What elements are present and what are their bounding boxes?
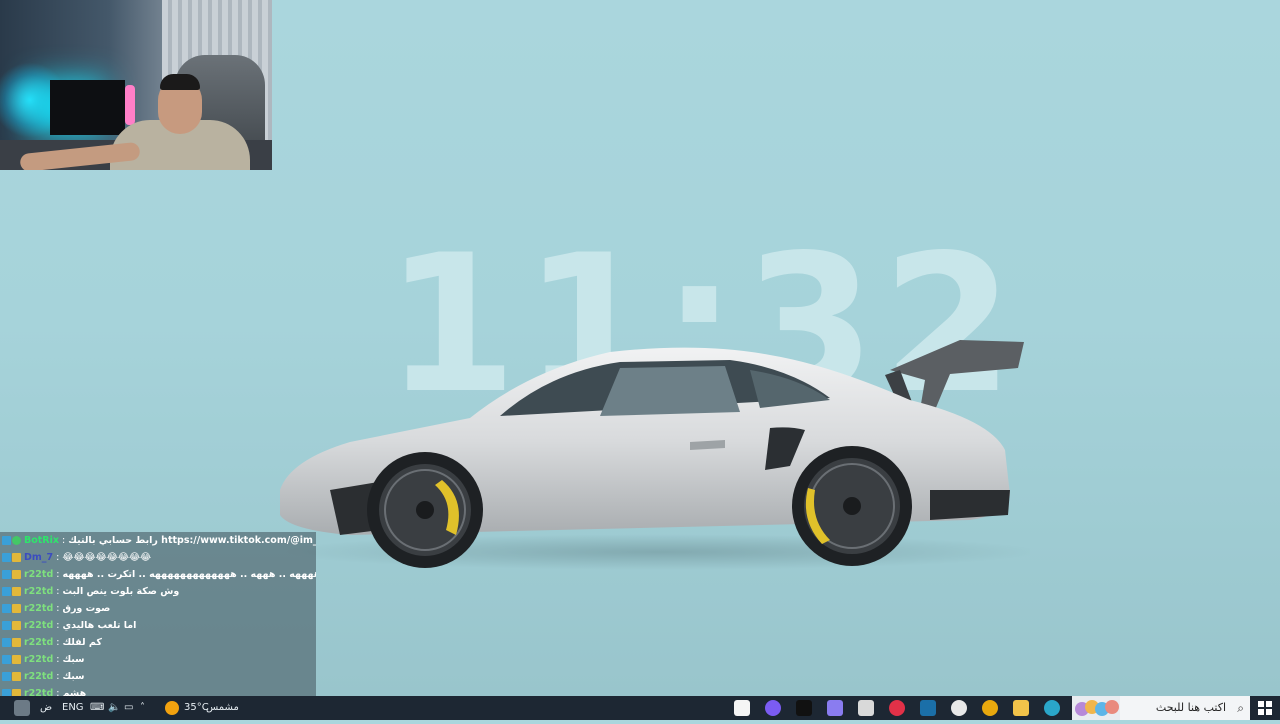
chat-separator: : [56, 552, 60, 563]
chat-message: r22td: وش صكة بلوت ينص البث [0, 583, 316, 600]
game-controller-icon[interactable] [827, 700, 843, 716]
file-explorer-icon[interactable] [1013, 700, 1029, 716]
chat-message: BotRix: رابط حسابي بالتيك https://www.tik… [0, 532, 316, 549]
chrome-icon[interactable] [982, 700, 998, 716]
search-icon: ⌕ [1237, 701, 1244, 715]
chat-username[interactable]: r22td [24, 617, 53, 634]
chat-message: r22td: سبك [0, 651, 316, 668]
chat-message: r22td: صوت ورق [0, 600, 316, 617]
weather-temp[interactable]: 35°C [184, 696, 209, 720]
chat-badge-icon [12, 689, 21, 696]
capcut-icon[interactable] [734, 700, 750, 716]
chat-message: Dm_7: 😂😂😂😂😂😂😂😂 [0, 549, 316, 566]
chat-separator: : [56, 586, 60, 597]
chat-message: r22td: ههههه .. هههه .. هههههههههههههه ..… [0, 566, 316, 583]
taskbar-search-box[interactable]: اكتب هنا للبحث ⌕ [1120, 696, 1250, 720]
chat-username[interactable]: r22td [24, 634, 53, 651]
porsche-car-image [280, 340, 1030, 570]
start-button-windows-icon[interactable] [1258, 701, 1272, 715]
chat-badge-icon [2, 604, 11, 613]
chat-badge-icon [12, 570, 21, 579]
calculator-icon[interactable] [858, 700, 874, 716]
chat-badge-icon [2, 638, 11, 647]
chat-badge-icon [12, 587, 21, 596]
streamer-hair [160, 74, 200, 90]
chat-badge-icon [12, 604, 21, 613]
chat-username[interactable]: r22td [24, 566, 53, 583]
chat-badge-icon [2, 672, 11, 681]
chat-separator: : [56, 569, 60, 580]
chat-username[interactable]: r22td [24, 685, 53, 696]
chat-username[interactable]: r22td [24, 583, 53, 600]
chat-message: r22td: اما تلعب هاليدي [0, 617, 316, 634]
notification-icon[interactable] [14, 700, 30, 716]
webcam-overlay [0, 0, 272, 170]
keyboard-icon[interactable]: ⌨ [90, 696, 104, 720]
chat-text: ههههه .. هههه .. هههههههههههههه .. اتكرت… [62, 569, 316, 580]
people-widget[interactable] [1072, 696, 1120, 720]
search-placeholder[interactable]: اكتب هنا للبحث [1156, 696, 1226, 720]
chat-badge-icon [12, 621, 21, 630]
chat-badge-icon [12, 655, 21, 664]
obs-icon[interactable] [951, 700, 967, 716]
discord-icon[interactable] [765, 700, 781, 716]
chat-message: r22td: سبك [0, 668, 316, 685]
chat-text: صوت ورق [62, 603, 111, 614]
sun-weather-icon[interactable] [165, 701, 179, 715]
chat-separator: : [62, 535, 66, 546]
network-icon[interactable]: ▭ [124, 696, 133, 720]
chat-text: هشم [62, 688, 87, 696]
language-indicator[interactable]: ENG [62, 696, 84, 720]
chat-username[interactable]: r22td [24, 651, 53, 668]
chat-badge-icon [2, 536, 11, 545]
chat-text: سبك [62, 654, 85, 665]
chat-badge-icon [2, 553, 11, 562]
chat-message: r22td: كم لفلك [0, 634, 316, 651]
chat-separator: : [56, 654, 60, 665]
chat-username[interactable]: BotRix [24, 532, 59, 549]
volume-icon[interactable]: 🔈 [108, 696, 120, 720]
chat-badge-icon [2, 621, 11, 630]
chat-username[interactable]: r22td [24, 600, 53, 617]
chat-badge-icon [2, 689, 11, 696]
monitor [50, 80, 125, 135]
chat-separator: : [56, 620, 60, 631]
chat-badge-icon [2, 570, 11, 579]
chat-text: وش صكة بلوت ينص البث [62, 586, 180, 597]
edge-icon[interactable] [1044, 700, 1060, 716]
weather-desc[interactable]: مشمس [206, 696, 239, 720]
chat-badge-icon [12, 638, 21, 647]
pink-lamp [125, 85, 135, 125]
chat-separator: : [56, 637, 60, 648]
chat-badge-icon [2, 655, 11, 664]
chat-badge-icon [2, 587, 11, 596]
chat-text: كم لفلك [62, 637, 102, 648]
chat-username[interactable]: r22td [24, 668, 53, 685]
chat-badge-icon [12, 553, 21, 562]
chat-separator: : [56, 603, 60, 614]
chat-message: r22td: هشم [0, 685, 316, 696]
chat-separator: : [56, 688, 60, 696]
chat-badge-icon [12, 536, 21, 545]
opera-gx-icon[interactable] [889, 700, 905, 716]
tiktok-live-icon[interactable] [796, 700, 812, 716]
chevron-up-icon[interactable]: ˄ [140, 696, 145, 720]
ime-indicator[interactable]: ض [40, 696, 52, 720]
chat-separator: : [56, 671, 60, 682]
windows-taskbar: ض ENG ⌨ 🔈 ▭ ˄ 35°C مشمس اكتب هنا للبحث ⌕ [0, 696, 1280, 720]
chat-badge-icon [12, 672, 21, 681]
stream-chat-overlay: BotRix: رابط حسابي بالتيك https://www.tik… [0, 532, 316, 696]
chat-username[interactable]: Dm_7 [24, 549, 53, 566]
chat-text: 😂😂😂😂😂😂😂😂 [62, 552, 152, 563]
chat-text: سبك [62, 671, 85, 682]
desktop-wallpaper: 11:32 BotRix: رابط حسابي بالتيك https:/… [0, 0, 1280, 696]
people-avatars-icon [1075, 700, 1119, 716]
steam-icon[interactable] [920, 700, 936, 716]
chat-text: رابط حسابي بالتيك https://www.tiktok.com… [68, 535, 316, 546]
chat-text: اما تلعب هاليدي [62, 620, 137, 631]
